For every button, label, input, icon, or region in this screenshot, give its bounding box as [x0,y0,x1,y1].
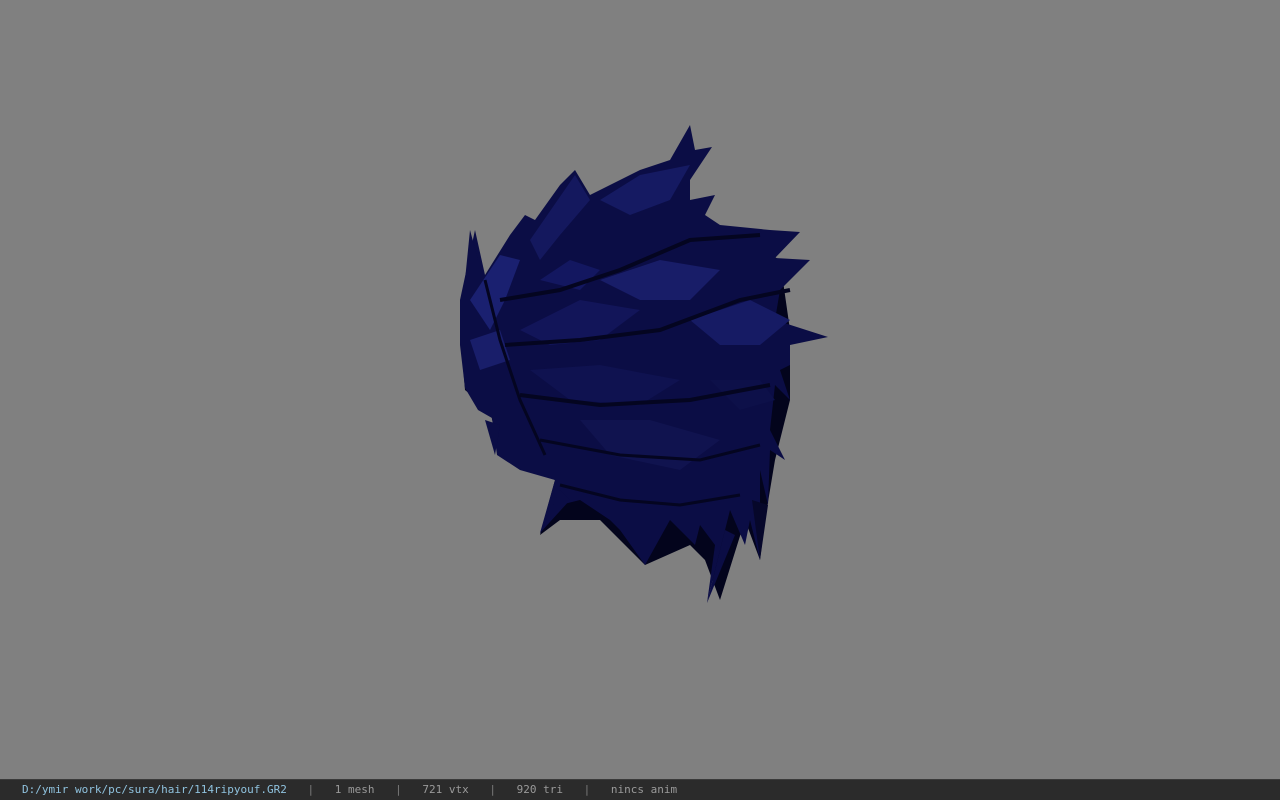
animation-status: nincs anim [610,783,678,796]
status-separator: | [583,783,591,796]
status-separator: | [307,783,315,796]
hair-mesh [460,125,828,603]
status-separator: | [395,783,402,796]
file-path: D:/ymir work/pc/sura/hair/114ripyouf.GR2 [22,783,287,796]
hair-model-render[interactable] [0,0,1280,779]
status-separator: | [489,783,497,796]
mesh-count: 1 mesh [334,783,375,796]
vertex-count: 721 vtx [422,783,469,796]
3d-viewport[interactable] [0,0,1280,779]
status-bar: D:/ymir work/pc/sura/hair/114ripyouf.GR2… [0,779,1280,800]
triangle-count: 920 tri [516,783,563,796]
